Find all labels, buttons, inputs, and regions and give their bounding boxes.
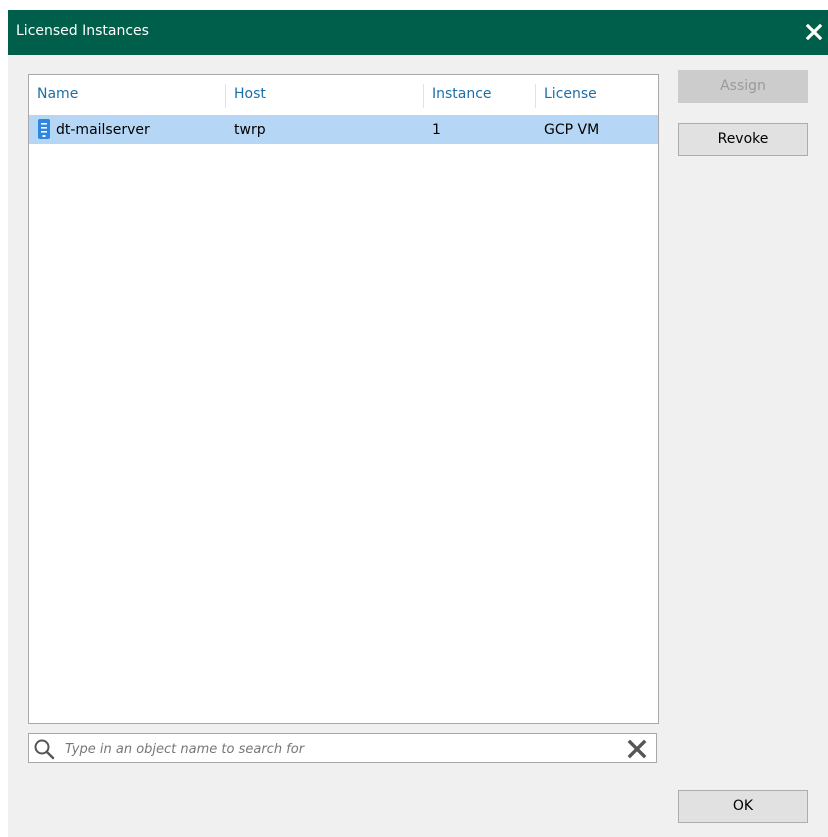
revoke-button[interactable]: Revoke: [678, 123, 808, 156]
server-icon: [38, 119, 50, 139]
licensed-instances-dialog: Licensed Instances Name Host Instance Li…: [8, 10, 828, 837]
column-header-name[interactable]: Name: [29, 84, 226, 108]
column-header-instance[interactable]: Instance: [424, 84, 536, 108]
row-license: GCP VM: [544, 122, 600, 138]
clear-search-icon[interactable]: [627, 739, 647, 759]
search-input[interactable]: [65, 738, 605, 760]
column-header-host[interactable]: Host: [226, 84, 424, 108]
table-row[interactable]: dt-mailserver twrp 1 GCP VM: [29, 115, 658, 144]
dialog-title: Licensed Instances: [16, 23, 149, 39]
ok-button[interactable]: OK: [678, 790, 808, 823]
assign-button[interactable]: Assign: [678, 70, 808, 103]
column-header-license[interactable]: License: [536, 84, 658, 108]
row-instance: 1: [432, 122, 441, 138]
row-name: dt-mailserver: [56, 122, 150, 138]
search-icon: [33, 738, 55, 760]
title-bar: Licensed Instances: [8, 10, 828, 55]
search-box: [28, 733, 657, 763]
instances-list[interactable]: Name Host Instance License dt-mailserver…: [28, 74, 659, 724]
table-header: Name Host Instance License: [29, 75, 658, 115]
row-host: twrp: [234, 122, 266, 138]
close-icon[interactable]: [805, 23, 823, 41]
